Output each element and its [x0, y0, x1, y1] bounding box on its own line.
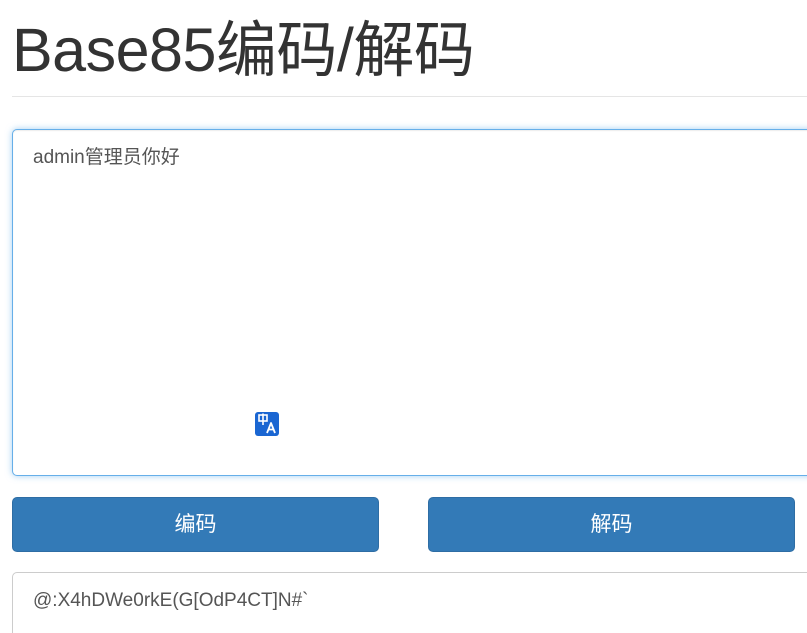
input-textarea[interactable]: admin管理员你好 [12, 129, 807, 476]
title-divider [12, 96, 807, 97]
decode-button[interactable]: 解码 [428, 497, 795, 552]
translate-icon[interactable] [255, 412, 279, 436]
page: Base85编码/解码 admin管理员你好 编码 解码 @:X4hDWe0rk… [0, 0, 807, 633]
output-textarea[interactable]: @:X4hDWe0rkE(G[OdP4CT]N#` [12, 572, 807, 633]
encode-button[interactable]: 编码 [12, 497, 379, 552]
page-title: Base85编码/解码 [12, 16, 475, 84]
